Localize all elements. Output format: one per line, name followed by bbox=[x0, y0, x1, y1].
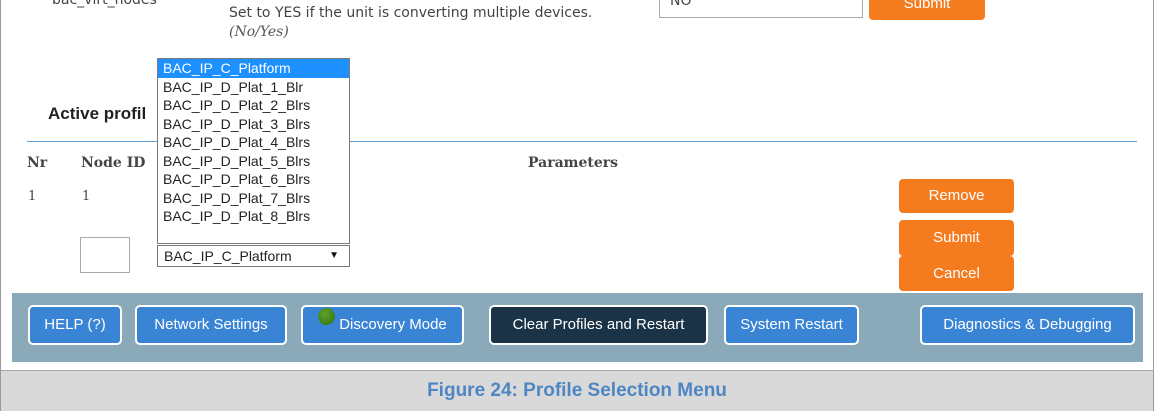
dropdown-option[interactable]: BAC_IP_D_Plat_5_Blrs bbox=[158, 152, 349, 171]
dropdown-option[interactable]: BAC_IP_D_Plat_2_Blrs bbox=[158, 96, 349, 115]
dropdown-option[interactable]: BAC_IP_D_Plat_7_Blrs bbox=[158, 189, 349, 208]
node-id-input[interactable] bbox=[80, 237, 130, 273]
discovery-mode-button[interactable]: Discovery Mode bbox=[301, 305, 464, 345]
dropdown-option[interactable]: BAC_IP_C_Platform bbox=[158, 59, 349, 78]
figure-caption: Figure 24: Profile Selection Menu bbox=[427, 380, 727, 401]
profile-select[interactable]: BAC_IP_C_Platform ▼ bbox=[157, 245, 350, 267]
system-restart-button[interactable]: System Restart bbox=[724, 305, 859, 345]
network-settings-button[interactable]: Network Settings bbox=[135, 305, 287, 345]
submit-button[interactable]: Submit bbox=[899, 220, 1014, 256]
parameter-name: bac_virt_nodes bbox=[52, 0, 157, 8]
column-header-node-id: Node ID bbox=[81, 155, 146, 171]
remove-button[interactable]: Remove bbox=[899, 179, 1014, 213]
cancel-button[interactable]: Cancel bbox=[899, 256, 1014, 291]
status-indicator-icon bbox=[318, 308, 336, 325]
parameter-submit-button[interactable]: Submit bbox=[869, 0, 985, 20]
dropdown-option[interactable]: BAC_IP_D_Plat_4_Blrs bbox=[158, 133, 349, 152]
parameter-value-input[interactable]: NO bbox=[659, 0, 863, 18]
clear-profiles-restart-button[interactable]: Clear Profiles and Restart bbox=[489, 305, 708, 345]
help-button[interactable]: HELP (?) bbox=[28, 305, 122, 345]
section-title: Active profil bbox=[48, 104, 147, 123]
row-nr: 1 bbox=[28, 189, 37, 204]
diagnostics-debugging-button[interactable]: Diagnostics & Debugging bbox=[920, 305, 1135, 345]
dropdown-option[interactable]: BAC_IP_D_Plat_1_Blr bbox=[158, 78, 349, 97]
dropdown-option[interactable]: BAC_IP_D_Plat_3_Blrs bbox=[158, 115, 349, 134]
dropdown-option[interactable]: BAC_IP_D_Plat_8_Blrs bbox=[158, 207, 349, 226]
parameter-hint: (No/Yes) bbox=[229, 24, 289, 40]
column-header-parameters: Parameters bbox=[528, 155, 619, 171]
parameter-description: Set to YES if the unit is converting mul… bbox=[229, 5, 593, 21]
dropdown-option[interactable]: BAC_IP_D_Plat_6_Blrs bbox=[158, 170, 349, 189]
column-header-nr: Nr bbox=[27, 155, 48, 171]
row-node-id: 1 bbox=[82, 189, 91, 204]
profile-select-value: BAC_IP_C_Platform bbox=[164, 248, 292, 264]
profile-dropdown-list[interactable]: BAC_IP_C_Platform BAC_IP_D_Plat_1_Blr BA… bbox=[157, 58, 350, 244]
caret-down-icon: ▼ bbox=[329, 250, 339, 261]
discovery-mode-label: Discovery Mode bbox=[339, 316, 447, 333]
